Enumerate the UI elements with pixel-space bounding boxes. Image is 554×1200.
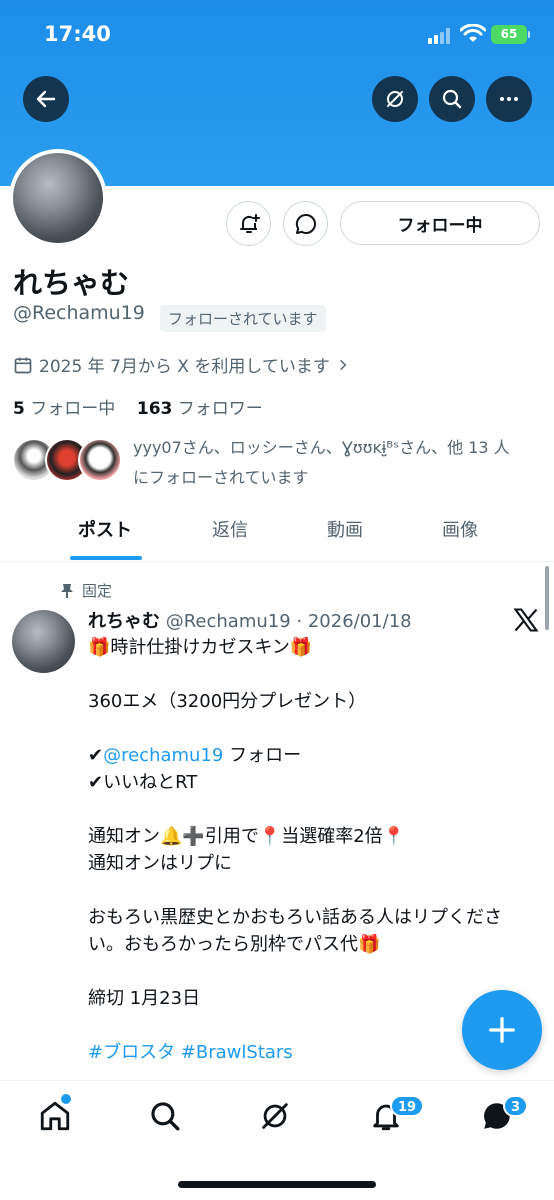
profile-handle: @Rechamu19 (13, 302, 145, 324)
back-button[interactable] (23, 76, 69, 122)
home-unread-dot (61, 1094, 71, 1104)
more-button[interactable] (486, 76, 532, 122)
nav-search[interactable] (148, 1099, 184, 1135)
joined-text: 2025 年 7月から X を利用しています (39, 357, 330, 377)
post-line: い。おもろかったら別枠でパス代🎁 (88, 934, 381, 955)
avatar-image (13, 153, 103, 243)
home-indicator (178, 1181, 376, 1188)
status-bar: 17:40 65 (0, 0, 554, 70)
post-line: 360エメ（3200円分プレゼント） (88, 691, 367, 712)
grok-icon (262, 1103, 288, 1129)
tab-posts[interactable]: ポスト (78, 516, 132, 542)
profile-name: れちゃむ (13, 266, 130, 300)
message-icon (295, 213, 316, 234)
profile-avatar[interactable] (9, 149, 107, 247)
status-time: 17:40 (44, 22, 111, 46)
cell-signal-icon (428, 28, 454, 44)
search-icon (442, 89, 462, 109)
post-line: ✔いいねとRT (88, 772, 198, 793)
post-line (88, 877, 538, 904)
tab-images[interactable]: 画像 (442, 516, 478, 542)
followed-by-line-2: にフォローされています (133, 468, 309, 487)
notify-button[interactable] (226, 201, 271, 246)
followers-count: 163 (136, 399, 173, 419)
battery-indicator: 65 (491, 25, 530, 44)
pinned-text: 固定 (82, 582, 113, 600)
following-label: フォロー中 (30, 399, 116, 419)
active-tab-indicator (70, 556, 142, 560)
x-logo-icon[interactable] (512, 606, 540, 634)
post-avatar[interactable] (12, 610, 75, 673)
calendar-icon (14, 357, 32, 373)
post-line (88, 715, 538, 742)
back-arrow-icon (36, 90, 56, 108)
followers-label: フォロワー (177, 399, 263, 419)
post-author[interactable]: れちゃむ (88, 611, 160, 632)
tab-replies[interactable]: 返信 (212, 516, 248, 542)
compose-button[interactable] (462, 990, 542, 1070)
following-count: 5 (13, 399, 25, 419)
mention-rest: フォロー (223, 745, 302, 766)
post-line: 通知オン🔔➕引用で📍当選確率2倍📍 (88, 826, 406, 847)
nav-grok[interactable] (258, 1099, 294, 1135)
post-header: れちゃむ @Rechamu19 · 2026/01/18 (88, 607, 412, 633)
bell-plus-icon (239, 213, 260, 233)
post-mention-line: ✔@rechamu19 フォロー (88, 742, 538, 769)
pinned-label: 固定 (60, 580, 112, 601)
tab-videos[interactable]: 動画 (327, 516, 363, 542)
mention-check: ✔ (88, 745, 104, 766)
following-button[interactable]: フォロー中 (340, 201, 540, 245)
follow-counts: 5 フォロー中 163 フォロワー (13, 394, 263, 419)
wifi-icon (460, 24, 486, 42)
pin-icon (61, 583, 73, 598)
followed-by-line-1: yyy07さん、ロッシーさん、Ɣʊʊᴋɨ̤̮ᴮˢさん、他 13 人 (133, 438, 510, 457)
follower-avatar-3 (78, 438, 122, 482)
followers-link[interactable]: 163 フォロワー (137, 399, 263, 419)
post-body[interactable]: 🎁時計仕掛けカゼスキン🎁 360エメ（3200円分プレゼント） ✔@recham… (88, 634, 538, 1066)
scrollbar[interactable] (545, 566, 549, 630)
following-link[interactable]: 5 フォロー中 (13, 399, 115, 419)
follows-you-badge: フォローされています (160, 305, 326, 332)
post-line: 🎁時計仕掛けカゼスキン🎁 (88, 637, 313, 658)
profile-tabs: ポスト 返信 動画 画像 (0, 498, 554, 562)
post-line (88, 958, 538, 985)
home-icon (40, 1101, 70, 1131)
search-button[interactable] (429, 76, 475, 122)
nav-home[interactable] (38, 1099, 74, 1135)
joined-date[interactable]: 2025 年 7月から X を利用しています (13, 352, 350, 377)
post-line: おもろい黒歴史とかおもろい話ある人はリプくださ (88, 907, 502, 928)
post-meta: @Rechamu19 · 2026/01/18 (165, 611, 412, 632)
post-line: 通知オンはリプに (88, 853, 232, 874)
notifications-badge: 19 (390, 1095, 425, 1117)
followed-by-text[interactable]: yyy07さん、ロッシーさん、Ɣʊʊᴋɨ̤̮ᴮˢさん、他 13 人 にフォローさ… (133, 433, 543, 493)
more-icon (500, 97, 518, 101)
plus-icon (489, 1017, 515, 1043)
chevron-right-icon (339, 359, 347, 370)
mention-link[interactable]: @rechamu19 (103, 745, 223, 766)
message-button[interactable] (283, 201, 328, 246)
search-icon (151, 1102, 180, 1131)
messages-badge: 3 (503, 1095, 529, 1117)
grok-icon (387, 91, 403, 107)
post-line (88, 661, 538, 688)
grok-button[interactable] (372, 76, 418, 122)
post-line (88, 796, 538, 823)
